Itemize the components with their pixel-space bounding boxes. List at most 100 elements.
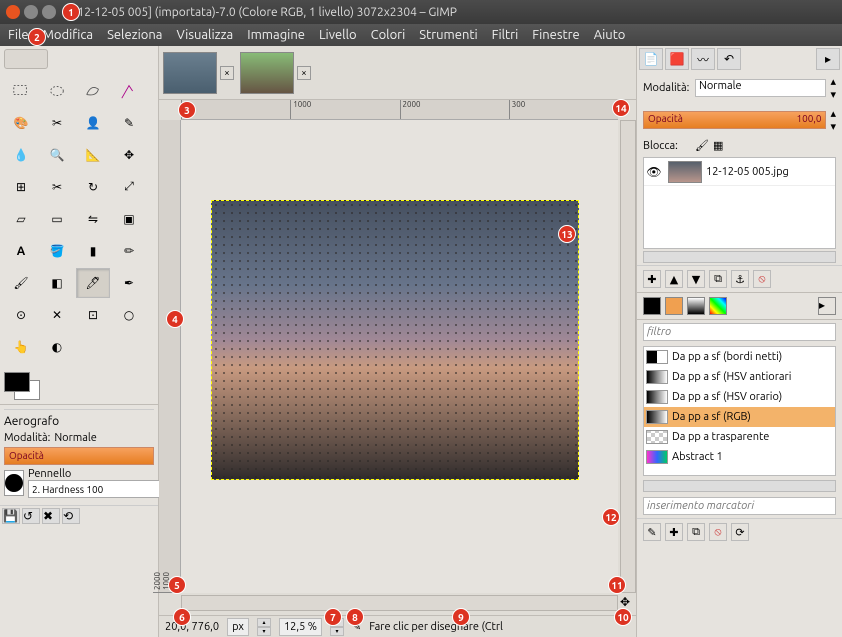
tool-heal[interactable]: ✕ [40, 300, 74, 330]
vertical-scrollbar[interactable] [620, 120, 636, 593]
tool-move[interactable]: ✥ [112, 140, 146, 170]
swatch-orange[interactable] [665, 297, 683, 315]
opt-btn-save[interactable]: 💾 [2, 508, 20, 524]
gradient-item[interactable]: Abstract 1 [644, 447, 835, 467]
swatch-bw-grad[interactable] [687, 297, 705, 315]
close-window-button[interactable] [6, 5, 20, 19]
fg-color[interactable] [4, 372, 30, 392]
menu-windows[interactable]: Finestre [532, 28, 579, 42]
gradient-item[interactable]: Da pp a sf (HSV orario) [644, 387, 835, 407]
layer-name[interactable]: 12-12-05 005.jpg [706, 166, 789, 178]
tool-zoom[interactable]: 🔍 [40, 140, 74, 170]
menu-view[interactable]: Visualizza [176, 28, 233, 42]
gradient-hscroll[interactable] [643, 480, 836, 492]
raise-layer-icon[interactable]: ▲ [665, 270, 683, 288]
opt-btn-restore[interactable]: ↺ [22, 508, 40, 524]
lock-alpha-icon[interactable]: ▦ [713, 139, 723, 152]
fg-bg-swatch[interactable] [0, 368, 158, 404]
grad-dup-icon[interactable]: ⧉ [687, 523, 705, 541]
tool-rect-select[interactable] [4, 76, 38, 106]
tool-bucket[interactable]: 🪣 [40, 236, 74, 266]
tool-text[interactable]: A [4, 236, 38, 266]
tool-perspective[interactable]: ▭ [40, 204, 74, 234]
tab-undo-icon[interactable]: ↶ [717, 48, 741, 70]
tab-layers-icon[interactable]: 📄 [639, 48, 663, 70]
tool-rotate[interactable]: ↻ [76, 172, 110, 202]
tool-airbrush[interactable]: 🖊 [76, 268, 110, 298]
menu-tools[interactable]: Strumenti [419, 28, 477, 42]
opacity-slider[interactable]: Opacità [4, 447, 154, 465]
horizontal-ruler[interactable]: 0 1000 2000 300 [181, 100, 618, 120]
lower-layer-icon[interactable]: ▼ [687, 270, 705, 288]
dock-menu-icon[interactable]: ▸ [816, 48, 840, 70]
image-tab-close-icon[interactable]: × [220, 66, 234, 80]
tool-fuzzy-select[interactable] [112, 76, 146, 106]
tool-blur[interactable]: ○ [112, 300, 146, 330]
tool-paths[interactable]: ✎ [112, 108, 146, 138]
menu-help[interactable]: Aiuto [594, 28, 626, 42]
layer-opacity-spin[interactable]: ▴▾ [830, 107, 836, 133]
tool-cage[interactable]: ▣ [112, 204, 146, 234]
tool-free-select[interactable] [76, 76, 110, 106]
gradient-item[interactable]: Da pp a sf (bordi netti) [644, 347, 835, 367]
swatch-rainbow[interactable] [709, 297, 727, 315]
tool-eraser[interactable]: ◧ [40, 268, 74, 298]
tool-crop[interactable]: ✂ [40, 172, 74, 202]
image-tab-close-icon[interactable]: × [297, 66, 311, 80]
menu-image[interactable]: Immagine [247, 28, 305, 42]
new-layer-icon[interactable]: ✚ [643, 270, 661, 288]
menu-filters[interactable]: Filtri [492, 28, 519, 42]
canvas-viewport[interactable] [181, 120, 618, 593]
tool-align[interactable]: ⊞ [4, 172, 38, 202]
tab-channels-icon[interactable]: 🟥 [665, 48, 689, 70]
opt-btn-delete[interactable]: ✖ [42, 508, 60, 524]
tool-color-picker[interactable]: 💧 [4, 140, 38, 170]
tool-flip[interactable]: ⇋ [76, 204, 110, 234]
duplicate-layer-icon[interactable]: ⧉ [709, 270, 727, 288]
tool-shear[interactable]: ▱ [4, 204, 38, 234]
grad-edit-icon[interactable]: ✎ [643, 523, 661, 541]
tool-foreground[interactable]: 👤 [76, 108, 110, 138]
tool-blend[interactable]: ▮ [76, 236, 110, 266]
unit-select[interactable]: px [227, 618, 249, 636]
layer-mode-select[interactable]: Normale [695, 79, 826, 97]
image-tab-thumb[interactable] [163, 52, 217, 94]
layer-mode-spin[interactable]: ▴▾ [830, 75, 836, 101]
tool-smudge[interactable]: 👆 [4, 332, 38, 362]
gradient-item[interactable]: Da pp a sf (HSV antiorari [644, 367, 835, 387]
menu-select[interactable]: Seleziona [107, 28, 162, 42]
gradient-item[interactable]: Da pp a trasparente [644, 427, 835, 447]
tool-dodge[interactable]: ◐ [40, 332, 74, 362]
layer-hscroll[interactable] [643, 251, 836, 263]
dock-tab[interactable] [4, 49, 48, 69]
tool-paintbrush[interactable]: 🖌 [4, 268, 38, 298]
menu-edit[interactable]: Modifica [43, 28, 93, 42]
tool-by-color[interactable]: 🎨 [4, 108, 38, 138]
menu-layer[interactable]: Livello [319, 28, 357, 42]
image-tab-thumb[interactable] [240, 52, 294, 94]
gradient-filter-input[interactable] [643, 323, 836, 341]
delete-layer-icon[interactable]: ⦸ [753, 270, 771, 288]
swatch-black[interactable] [643, 297, 661, 315]
anchor-layer-icon[interactable]: ⚓ [731, 270, 749, 288]
maximize-window-button[interactable] [42, 5, 56, 19]
vertical-ruler[interactable]: 0 1000 2000 [159, 120, 181, 593]
tool-perspective-clone[interactable]: ⊡ [76, 300, 110, 330]
insert-marker-input[interactable] [643, 497, 836, 515]
unit-spin[interactable]: ▴▾ [257, 618, 271, 636]
layer-opacity-slider[interactable]: Opacità 100,0 [643, 111, 826, 129]
brush-name-field[interactable] [28, 480, 165, 498]
brush-preview[interactable] [4, 470, 24, 496]
tool-scale[interactable]: ⤢ [112, 172, 146, 202]
grad-new-icon[interactable]: ✚ [665, 523, 683, 541]
tool-scissors[interactable]: ✂ [40, 108, 74, 138]
tab-paths-icon[interactable]: 〰 [691, 48, 715, 70]
tool-pencil[interactable]: ✏ [112, 236, 146, 266]
visibility-icon[interactable]: 👁 [644, 165, 664, 179]
horizontal-scrollbar[interactable] [181, 595, 618, 611]
minimize-window-button[interactable] [24, 5, 38, 19]
tool-ink[interactable]: ✒ [112, 268, 146, 298]
opt-btn-reset[interactable]: ⟲ [62, 508, 80, 524]
gradient-item[interactable]: Da pp a sf (RGB) [644, 407, 835, 427]
dock-menu-icon[interactable]: ▸ [818, 297, 836, 315]
